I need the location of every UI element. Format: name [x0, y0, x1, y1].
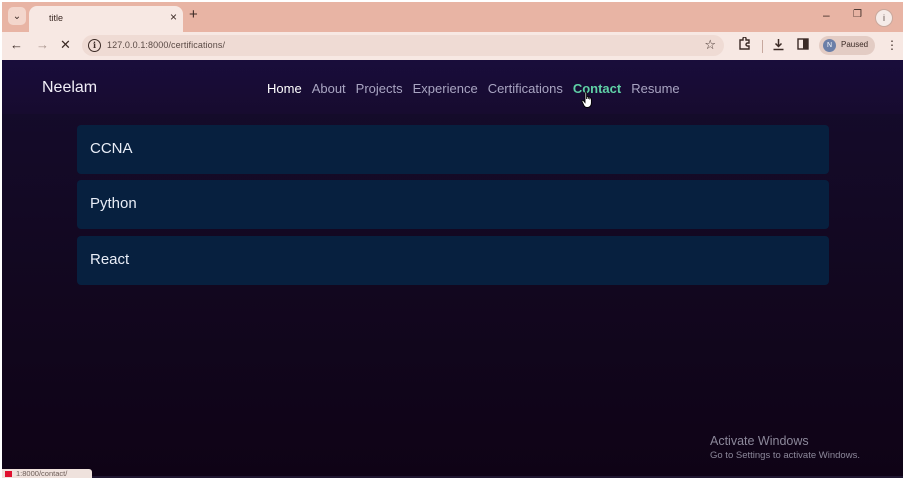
- certification-card-ccna: CCNA: [77, 125, 829, 174]
- watermark-title: Activate Windows: [710, 434, 809, 448]
- status-indicator: [5, 471, 12, 477]
- certification-card-react: React: [77, 236, 829, 285]
- status-url: 1:8000/contact/: [16, 469, 68, 478]
- nav-home[interactable]: Home: [267, 81, 302, 96]
- account-icon[interactable]: i: [875, 9, 893, 27]
- browser-window: ⌄ title × + – ❐ i ← → ✕ i 127.0.0.1:8000…: [2, 2, 903, 478]
- toolbar-divider: [762, 40, 763, 53]
- forward-icon[interactable]: →: [36, 38, 49, 52]
- profile-avatar: N: [823, 39, 836, 52]
- back-icon[interactable]: ←: [10, 38, 23, 52]
- watermark-subtitle: Go to Settings to activate Windows.: [710, 450, 860, 461]
- restore-icon[interactable]: ❐: [853, 9, 862, 21]
- browser-tab[interactable]: title ×: [29, 6, 183, 32]
- certification-title: React: [90, 251, 130, 268]
- address-bar[interactable]: i 127.0.0.1:8000/certifications/ ☆: [82, 35, 724, 56]
- nav-certifications[interactable]: Certifications: [488, 81, 563, 96]
- nav-resume[interactable]: Resume: [631, 81, 679, 96]
- extensions-icon[interactable]: [738, 36, 751, 53]
- activate-windows-watermark: Activate Windows Go to Settings to activ…: [710, 434, 860, 462]
- side-panel-icon[interactable]: [797, 38, 809, 53]
- page-viewport: Neelam Home About Projects Experience Ce…: [2, 60, 903, 478]
- menu-kebab-icon[interactable]: ⋮: [886, 38, 898, 52]
- certification-title: CCNA: [90, 140, 133, 157]
- minimize-icon[interactable]: –: [823, 9, 830, 21]
- hand-cursor-icon: [581, 91, 592, 108]
- link-status-bar: 1:8000/contact/: [2, 469, 92, 478]
- site-info-icon[interactable]: i: [88, 39, 101, 52]
- tab-title: title: [49, 13, 64, 23]
- certification-title: Python: [90, 195, 137, 212]
- nav-projects[interactable]: Projects: [356, 81, 403, 96]
- profile-paused-button[interactable]: N Paused: [819, 36, 875, 55]
- url-text[interactable]: 127.0.0.1:8000/certifications/: [107, 40, 225, 50]
- bookmark-star-icon[interactable]: ☆: [704, 37, 716, 53]
- download-icon[interactable]: [772, 38, 785, 54]
- tab-close-icon[interactable]: ×: [170, 11, 177, 23]
- new-tab-icon[interactable]: +: [189, 7, 198, 23]
- nav-about[interactable]: About: [312, 81, 346, 96]
- site-navbar: Neelam Home About Projects Experience Ce…: [2, 60, 903, 114]
- tab-search-icon[interactable]: ⌄: [8, 7, 26, 25]
- browser-toolbar: ← → ✕ i 127.0.0.1:8000/certifications/ ☆…: [2, 32, 903, 60]
- certification-card-python: Python: [77, 180, 829, 229]
- profile-status: Paused: [841, 40, 869, 49]
- nav-menu: Home About Projects Experience Certifica…: [267, 81, 680, 96]
- stop-loading-icon[interactable]: ✕: [60, 38, 71, 52]
- nav-experience[interactable]: Experience: [413, 81, 478, 96]
- site-brand[interactable]: Neelam: [42, 79, 97, 97]
- tab-strip: ⌄ title × + – ❐ i: [2, 2, 903, 32]
